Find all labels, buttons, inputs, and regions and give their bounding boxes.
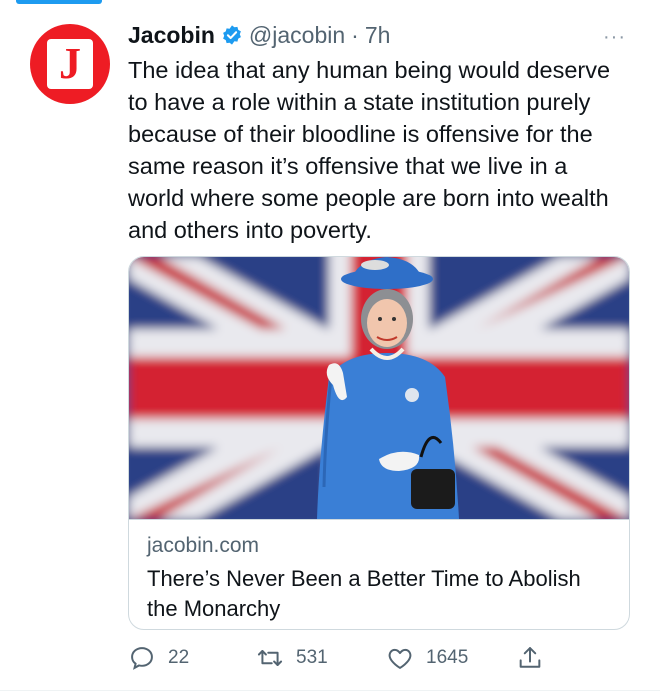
- more-options-icon[interactable]: ···: [603, 26, 626, 49]
- author-name[interactable]: Jacobin: [128, 22, 215, 49]
- author-handle[interactable]: @jacobin: [249, 22, 345, 49]
- share-button[interactable]: [516, 642, 544, 674]
- share-icon: [516, 644, 544, 672]
- like-count: 1645: [426, 647, 469, 668]
- verified-badge-icon: [221, 24, 243, 46]
- card-meta: jacobin.com There’s Never Been a Better …: [129, 519, 629, 629]
- card-title[interactable]: There’s Never Been a Better Time to Abol…: [147, 564, 607, 624]
- retweet-icon: [256, 644, 284, 672]
- like-icon: [386, 644, 414, 672]
- avatar-logo: J: [47, 39, 93, 89]
- tweet-header: Jacobin @jacobin · 7h: [128, 20, 390, 50]
- header-separator: ·: [351, 21, 359, 48]
- like-button[interactable]: 1645: [386, 642, 468, 674]
- tweet-text: The idea that any human being would dese…: [128, 57, 611, 243]
- card-domain: jacobin.com: [147, 534, 260, 557]
- reply-icon: [128, 644, 156, 672]
- reply-count: 22: [168, 647, 190, 668]
- reply-button[interactable]: 22: [128, 642, 189, 674]
- tab-indicator: [16, 0, 102, 4]
- tweet-actions: 22 531 1645: [128, 642, 608, 674]
- retweet-button[interactable]: 531: [256, 642, 328, 674]
- card-image: [129, 257, 629, 519]
- tweet-timestamp[interactable]: 7h: [365, 22, 391, 49]
- retweet-count: 531: [296, 647, 328, 668]
- link-card[interactable]: jacobin.com There’s Never Been a Better …: [128, 256, 630, 630]
- divider: [0, 690, 660, 691]
- avatar[interactable]: J: [30, 24, 110, 104]
